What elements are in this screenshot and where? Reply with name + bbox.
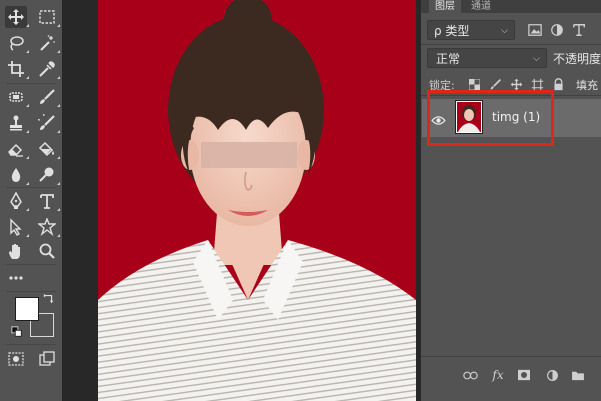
- add-mask-button[interactable]: [515, 366, 533, 384]
- paint-bucket-icon: [38, 141, 54, 157]
- crop-icon: [8, 61, 24, 77]
- fx-icon: fx: [492, 368, 504, 382]
- hand-tool[interactable]: [5, 240, 27, 262]
- eyedropper-tool[interactable]: [36, 58, 60, 80]
- healing-brush-icon: [9, 92, 23, 102]
- history-brush-tool[interactable]: [36, 112, 60, 134]
- move-icon: [510, 78, 522, 90]
- document-canvas[interactable]: [62, 0, 420, 401]
- link-layers-button[interactable]: [461, 366, 479, 384]
- chevron-down-icon: ⌵: [533, 54, 540, 64]
- chevron-down-icon: ⌵: [501, 26, 508, 36]
- artboard-icon: [531, 78, 543, 90]
- dodge-icon: [39, 167, 54, 182]
- portrait-image: [98, 0, 416, 401]
- quick-mask-button[interactable]: [5, 348, 27, 370]
- brush-icon: [40, 89, 55, 104]
- clone-stamp-tool[interactable]: [5, 112, 29, 134]
- eyedropper-icon: [39, 61, 55, 77]
- magic-wand-tool[interactable]: [36, 32, 60, 54]
- adjustment-icon: [546, 369, 558, 381]
- crop-tool[interactable]: [5, 58, 29, 80]
- filter-adjustment-button[interactable]: [549, 22, 565, 38]
- more-tools-icon: [9, 276, 23, 280]
- adjustment-icon: [551, 24, 563, 36]
- image-icon: [528, 24, 542, 36]
- type-icon: [40, 194, 54, 209]
- layer-highlight-box: [427, 90, 554, 146]
- screen-mode-icon: [39, 351, 55, 366]
- clone-stamp-icon: [10, 115, 22, 131]
- link-icon: [462, 371, 478, 379]
- layer-filter-label: ρ 类型: [434, 24, 470, 38]
- path-selection-tool[interactable]: [5, 216, 29, 238]
- swap-colors-button[interactable]: [42, 292, 56, 306]
- checkerboard-icon: [468, 78, 480, 90]
- layer-filter-dropdown[interactable]: ρ 类型 ⌵: [427, 20, 515, 40]
- portrait-photo: [98, 0, 416, 401]
- layer-style-button[interactable]: fx: [489, 366, 507, 384]
- lasso-tool[interactable]: [5, 32, 29, 54]
- swap-arrow-icon: [43, 293, 54, 304]
- mask-icon: [518, 369, 530, 381]
- foreground-color-swatch[interactable]: [15, 297, 39, 321]
- new-group-button[interactable]: [569, 366, 587, 384]
- quick-mask-icon: [8, 352, 24, 366]
- pen-icon: [10, 192, 22, 209]
- magic-wand-icon: [40, 35, 55, 51]
- marquee-icon: [39, 10, 55, 24]
- move-tool[interactable]: [5, 6, 29, 28]
- lasso-icon: [10, 36, 24, 51]
- blend-mode-label: 正常: [436, 52, 461, 66]
- more-tools-button[interactable]: [5, 267, 27, 289]
- history-brush-icon: [38, 114, 55, 130]
- lock-icon: [553, 77, 563, 90]
- type-icon: [573, 24, 585, 36]
- healing-brush-tool[interactable]: [5, 86, 29, 108]
- move-icon: [8, 9, 24, 25]
- path-selection-icon: [10, 218, 22, 236]
- pen-tool[interactable]: [5, 190, 29, 212]
- tools-panel: [0, 0, 62, 401]
- default-colors-button[interactable]: [10, 325, 24, 339]
- filter-pixel-button[interactable]: [527, 22, 543, 38]
- default-colors-icon: [11, 326, 22, 337]
- marquee-tool[interactable]: [36, 6, 60, 28]
- brush-tool[interactable]: [36, 86, 60, 108]
- eraser-tool[interactable]: [5, 138, 29, 160]
- dodge-tool[interactable]: [36, 164, 60, 186]
- hand-icon: [9, 244, 20, 259]
- blend-mode-dropdown[interactable]: 正常 ⌵: [427, 48, 547, 68]
- zoom-icon: [39, 243, 55, 259]
- zoom-tool[interactable]: [36, 240, 58, 262]
- type-tool[interactable]: [36, 190, 60, 212]
- eraser-icon: [8, 143, 23, 157]
- fill-label: 填充: [576, 79, 598, 92]
- blur-tool[interactable]: [5, 164, 29, 186]
- layers-bottom-bar: fx: [421, 362, 601, 388]
- folder-icon: [572, 371, 584, 380]
- screen-mode-button[interactable]: [36, 348, 58, 370]
- layers-panel: 图层 通道 ρ 类型 ⌵ 正常 ⌵ 不透明度 锁定: 填充 timg (1) f…: [420, 0, 601, 401]
- filter-type-button[interactable]: [571, 22, 587, 38]
- opacity-label: 不透明度: [553, 52, 601, 66]
- brush-icon: [490, 78, 501, 89]
- tab-layers[interactable]: 图层: [429, 0, 461, 13]
- shape-tool[interactable]: [36, 216, 60, 238]
- blur-icon: [11, 168, 21, 182]
- shape-icon: [38, 218, 56, 236]
- panel-tab-bar: 图层 通道: [421, 0, 601, 13]
- tab-channels[interactable]: 通道: [465, 0, 497, 13]
- paint-bucket-tool[interactable]: [36, 138, 60, 160]
- adjustment-layer-button[interactable]: [543, 366, 561, 384]
